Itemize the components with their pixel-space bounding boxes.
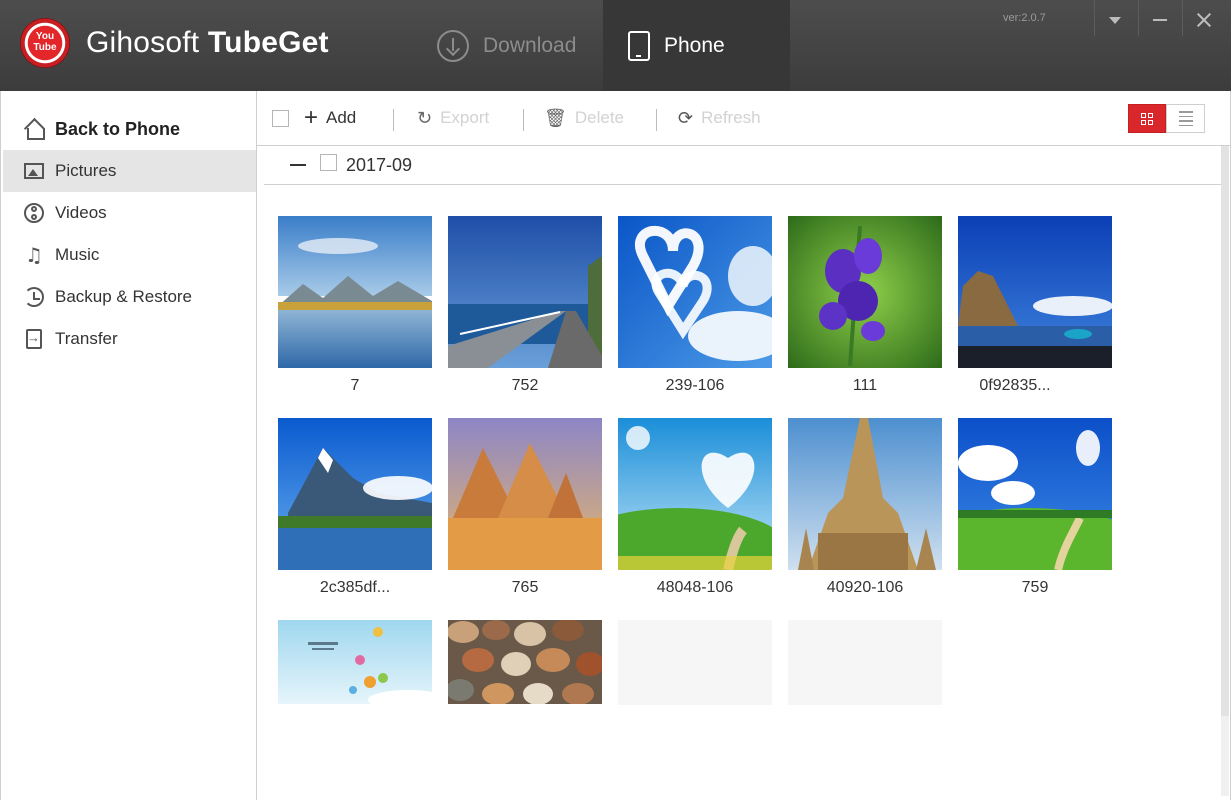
- toolbar-divider: [523, 109, 524, 131]
- logo-text-line1: You: [35, 31, 55, 42]
- picture-thumbnail[interactable]: [278, 216, 432, 368]
- picture-caption: 111: [852, 377, 878, 394]
- picture-thumbnail[interactable]: [618, 216, 772, 368]
- delete-button[interactable]: 🗑 Delete: [544, 105, 624, 131]
- picture-thumbnail[interactable]: [278, 418, 432, 570]
- select-all-checkbox[interactable]: [272, 110, 289, 127]
- date-group-header: 2017-09: [264, 147, 1224, 185]
- minimize-button[interactable]: [1138, 0, 1182, 40]
- picture-thumbnail[interactable]: [448, 620, 602, 704]
- sidebar-item-pictures[interactable]: Pictures: [3, 150, 256, 192]
- title-bar: You Tube Gihosoft TubeGet Download Phone…: [0, 0, 1231, 91]
- youtube-logo-icon: You Tube: [20, 18, 70, 68]
- group-date-label: 2017-09: [346, 155, 413, 175]
- trash-icon: 🗑: [544, 107, 567, 129]
- sidebar-item-label: Back to Phone: [55, 118, 181, 139]
- sidebar-item-label: Pictures: [55, 161, 117, 180]
- collapse-icon[interactable]: [290, 164, 306, 166]
- picture-caption: 239-106: [665, 377, 725, 394]
- minimize-icon: [1153, 19, 1167, 21]
- export-button[interactable]: ↻ Export: [417, 105, 489, 131]
- version-label: ver:2.0.7: [1003, 12, 1046, 24]
- film-icon: [23, 202, 45, 224]
- sidebar-item-backup-restore[interactable]: Backup & Restore: [3, 276, 256, 318]
- picture-caption: 48048-106: [656, 579, 734, 596]
- main-panel: + Add ↻ Export 🗑 Delete ⟳ Refresh 2017-0…: [257, 91, 1231, 800]
- picture-thumbnail-loading[interactable]: [618, 620, 772, 705]
- app-window: You Tube Gihosoft TubeGet Download Phone…: [0, 0, 1231, 800]
- picture-thumbnail[interactable]: [958, 418, 1112, 570]
- picture-thumbnail[interactable]: [448, 418, 602, 570]
- refresh-icon: ⟳: [678, 107, 694, 129]
- sidebar-item-music[interactable]: ♫ Music: [3, 234, 256, 276]
- close-button[interactable]: [1182, 0, 1226, 40]
- chevron-down-icon: [1109, 16, 1121, 24]
- add-button[interactable]: + Add: [304, 105, 356, 131]
- home-icon: [23, 118, 45, 140]
- sidebar-item-label: Transfer: [55, 329, 118, 348]
- picture-thumbnail[interactable]: [278, 620, 432, 704]
- grid-view-button[interactable]: [1128, 104, 1166, 133]
- app-title-bold: TubeGet: [207, 26, 329, 59]
- sidebar-item-videos[interactable]: Videos: [3, 192, 256, 234]
- toolbar-divider: [393, 109, 394, 131]
- app-title: Gihosoft TubeGet: [86, 26, 329, 60]
- delete-button-label: Delete: [574, 108, 624, 127]
- refresh-button[interactable]: ⟳ Refresh: [678, 105, 761, 131]
- sidebar-item-back-to-phone[interactable]: Back to Phone: [3, 108, 256, 150]
- scrollbar-thumb[interactable]: [1221, 146, 1229, 716]
- add-button-label: Add: [326, 108, 357, 127]
- close-icon: [1197, 13, 1211, 27]
- sidebar-item-label: Backup & Restore: [55, 287, 193, 306]
- export-icon: ↻: [417, 107, 433, 129]
- picture-caption: 765: [511, 579, 539, 596]
- toolbar: + Add ↻ Export 🗑 Delete ⟳ Refresh: [257, 91, 1230, 146]
- tab-download-label: Download: [483, 33, 577, 57]
- picture-caption: 752: [511, 377, 539, 394]
- download-icon: [437, 29, 469, 62]
- tab-phone-label: Phone: [664, 33, 725, 57]
- app-title-light: Gihosoft: [86, 26, 200, 59]
- grid-icon: [1141, 112, 1153, 125]
- picture-thumbnail[interactable]: [788, 216, 942, 368]
- sidebar-item-transfer[interactable]: Transfer: [3, 318, 256, 360]
- picture-icon: [23, 160, 45, 182]
- picture-caption: 759: [1021, 579, 1049, 596]
- group-checkbox[interactable]: [320, 154, 337, 171]
- refresh-button-label: Refresh: [701, 108, 761, 127]
- picture-thumbnail[interactable]: [618, 418, 772, 570]
- picture-caption: 40920-106: [826, 579, 904, 596]
- tab-download[interactable]: Download: [437, 0, 576, 91]
- menu-dropdown-button[interactable]: [1093, 0, 1137, 40]
- export-button-label: Export: [440, 108, 490, 127]
- picture-caption: 7: [350, 377, 360, 394]
- logo-text-line2: Tube: [33, 42, 57, 53]
- plus-icon: +: [304, 104, 319, 131]
- logo-text: You Tube: [20, 31, 70, 53]
- transfer-icon: [23, 328, 45, 350]
- sidebar: Back to Phone Pictures Videos ♫ Music Ba…: [0, 91, 257, 800]
- picture-thumbnail-loading[interactable]: [788, 620, 942, 705]
- picture-caption: 0f92835...: [979, 377, 1051, 394]
- picture-thumbnail[interactable]: [448, 216, 602, 368]
- picture-thumbnail[interactable]: [958, 216, 1112, 368]
- picture-thumbnail[interactable]: [788, 418, 942, 570]
- sidebar-item-label: Videos: [55, 203, 107, 222]
- backup-icon: [23, 286, 45, 308]
- sidebar-item-label: Music: [55, 245, 100, 264]
- phone-icon: [628, 30, 650, 61]
- picture-caption: 2c385df...: [319, 579, 391, 596]
- list-view-button[interactable]: [1166, 104, 1205, 133]
- toolbar-divider: [656, 109, 657, 131]
- vertical-scrollbar[interactable]: [1221, 146, 1229, 796]
- tab-phone[interactable]: Phone: [603, 0, 790, 91]
- music-icon: ♫: [25, 243, 43, 267]
